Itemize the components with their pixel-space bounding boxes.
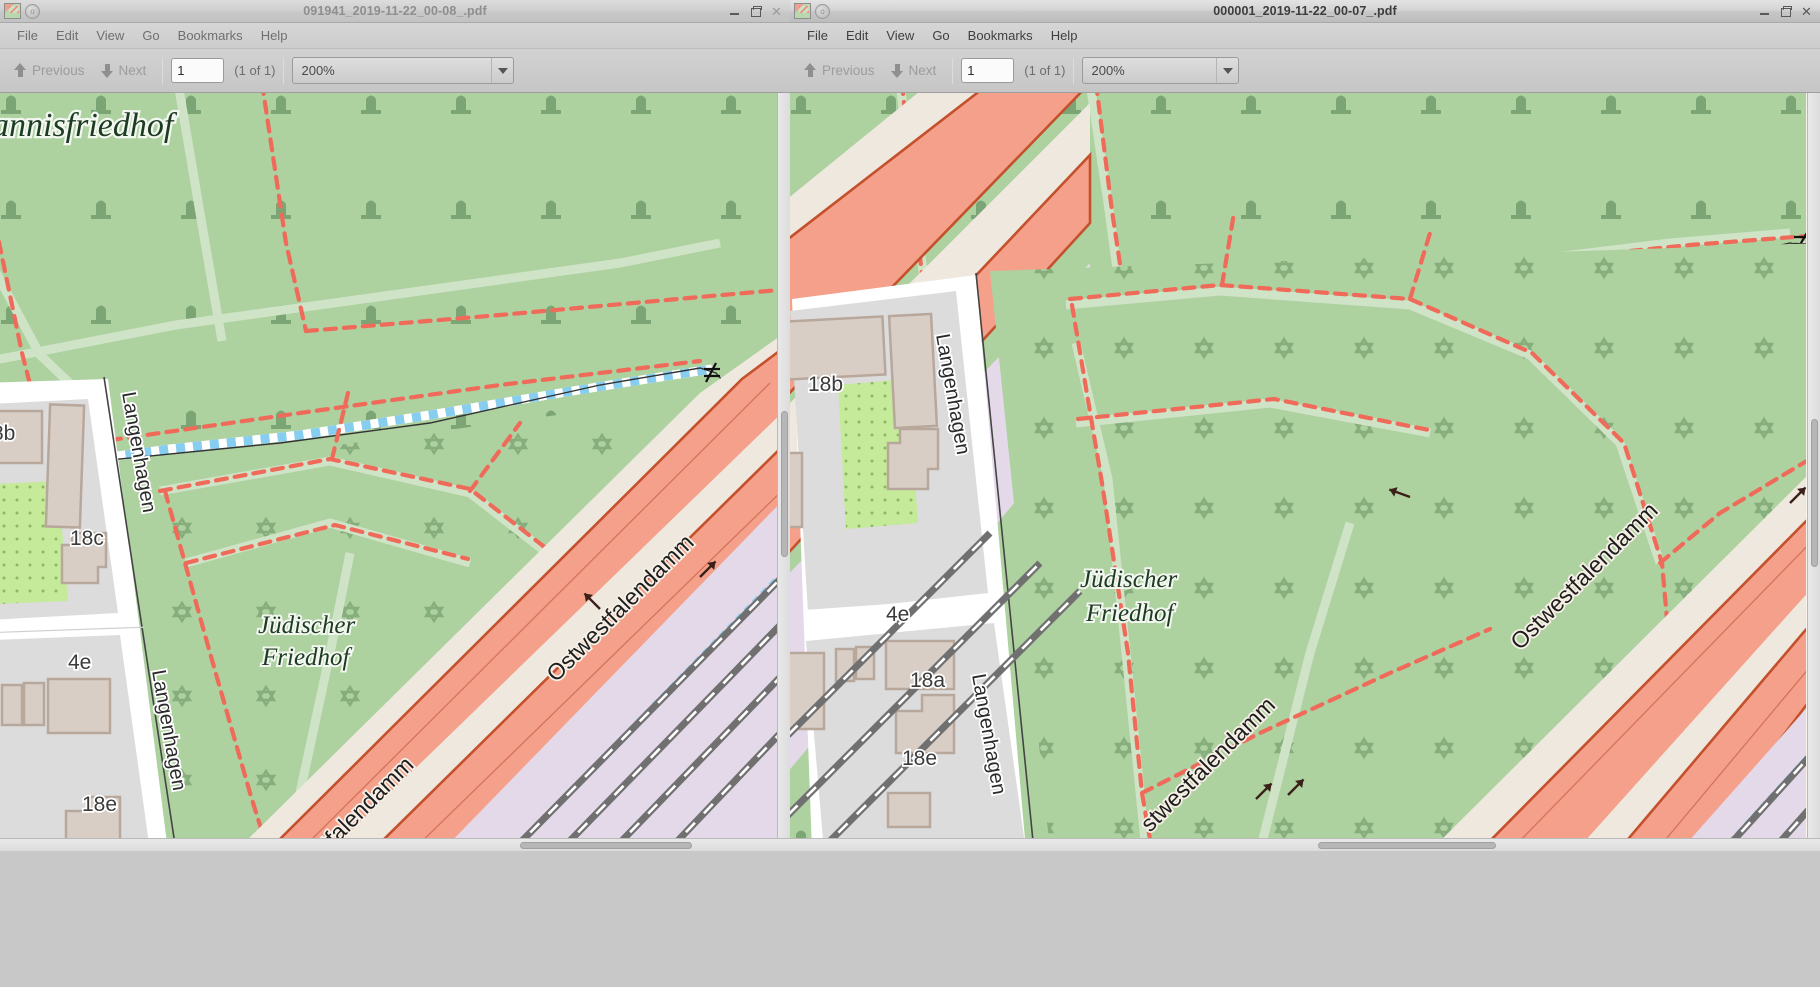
close-button-right[interactable]: ✕: [1800, 5, 1813, 18]
map-thumbnail-icon: [794, 3, 811, 19]
horizontal-scrollbar-thumb[interactable]: [1318, 842, 1496, 849]
zoom-select[interactable]: 200%: [1082, 57, 1240, 84]
menu-file[interactable]: File: [8, 25, 47, 46]
next-page-button[interactable]: Next: [883, 59, 945, 82]
vertical-scrollbar-thumb[interactable]: [1811, 419, 1818, 567]
house-number-18b: 18b: [808, 373, 843, 396]
menu-edit[interactable]: Edit: [837, 25, 877, 46]
previous-label: Previous: [32, 63, 85, 78]
previous-label: Previous: [822, 63, 875, 78]
map-canvas-right: Jüdischer Friedhof Langenhagen Langenhag…: [790, 93, 1806, 838]
maximize-button-right[interactable]: [1779, 5, 1792, 18]
next-page-button[interactable]: Next: [93, 59, 155, 82]
arrow-up-icon: [14, 63, 27, 78]
zoom-select[interactable]: 200%: [292, 57, 515, 84]
horizontal-scrollbar-left[interactable]: [0, 838, 790, 851]
map-canvas-left: annisfriedhof Jüdischer Friedhof Langenh…: [0, 93, 777, 838]
desktop: o 091941_2019-11-22_00-08_.pdf ✕ File Ed…: [0, 0, 1820, 987]
vertical-scrollbar-thumb[interactable]: [781, 411, 788, 557]
menu-file[interactable]: File: [798, 25, 837, 46]
next-label: Next: [908, 63, 937, 78]
menu-bookmarks[interactable]: Bookmarks: [169, 25, 252, 46]
house-number-4e: 4e: [886, 603, 909, 626]
close-icon: ✕: [771, 3, 782, 19]
toolbar-separator: [162, 57, 164, 84]
toolbar-left: Previous Next (1 of 1) 200%: [0, 49, 790, 93]
menu-go[interactable]: Go: [133, 25, 168, 46]
page-count-label: (1 of 1): [234, 63, 276, 78]
zoom-value: 200%: [1091, 63, 1125, 78]
pdf-viewport-left[interactable]: annisfriedhof Jüdischer Friedhof Langenh…: [0, 93, 790, 851]
menubar-right: File Edit View Go Bookmarks Help: [790, 23, 1820, 49]
window-menu-icon[interactable]: o: [815, 3, 830, 19]
menu-help[interactable]: Help: [1042, 25, 1087, 46]
map-label-johannisfriedhof: annisfriedhof: [0, 107, 178, 144]
titlebar-left[interactable]: o 091941_2019-11-22_00-08_.pdf ✕: [0, 0, 790, 23]
minimize-button-right[interactable]: [1758, 5, 1771, 18]
arrow-up-icon: [804, 63, 817, 78]
close-button-left[interactable]: ✕: [770, 5, 783, 18]
chevron-down-icon: [491, 58, 513, 83]
house-number-8b: 8b: [0, 422, 15, 445]
toolbar-separator: [952, 57, 954, 84]
window-controls-right: ✕: [1758, 5, 1820, 18]
vertical-scrollbar-right[interactable]: [1807, 93, 1820, 851]
window-menu-icon[interactable]: o: [25, 3, 40, 19]
previous-page-button[interactable]: Previous: [6, 59, 93, 82]
pdf-viewport-right[interactable]: Jüdischer Friedhof Langenhagen Langenhag…: [790, 93, 1820, 851]
map-thumbnail-icon: [4, 3, 21, 19]
window-controls-left: ✕: [728, 5, 790, 18]
page-count-label: (1 of 1): [1024, 63, 1066, 78]
toolbar-separator: [1073, 57, 1075, 84]
previous-page-button[interactable]: Previous: [796, 59, 883, 82]
next-label: Next: [118, 63, 147, 78]
close-icon: ✕: [1801, 3, 1812, 19]
menu-view[interactable]: View: [877, 25, 923, 46]
titlebar-right[interactable]: o 000001_2019-11-22_00-07_.pdf ✕: [790, 0, 1820, 23]
menu-bookmarks[interactable]: Bookmarks: [959, 25, 1042, 46]
vertical-scrollbar-left[interactable]: [777, 93, 790, 851]
map-label-friedhof: Friedhof: [1085, 600, 1177, 627]
house-number-18a: 18a: [910, 669, 945, 692]
map-label-juedischer: Jüdischer: [1080, 566, 1177, 593]
menu-view[interactable]: View: [87, 25, 133, 46]
house-number-4e: 4e: [68, 651, 91, 674]
menubar-left: File Edit View Go Bookmarks Help: [0, 23, 790, 49]
house-number-18e: 18e: [902, 747, 937, 770]
chevron-down-icon: [1216, 58, 1238, 83]
toolbar-right: Previous Next (1 of 1) 200%: [790, 49, 1820, 93]
window-left-pdf-viewer[interactable]: o 091941_2019-11-22_00-08_.pdf ✕ File Ed…: [0, 0, 790, 851]
map-label-juedischer: Jüdischer: [258, 612, 355, 639]
desktop-background-strip: [0, 851, 1820, 987]
minimize-button-left[interactable]: [728, 5, 741, 18]
menu-help[interactable]: Help: [252, 25, 297, 46]
page-number-input[interactable]: [171, 58, 225, 83]
arrow-down-icon: [100, 63, 114, 78]
house-number-18c: 18c: [70, 527, 104, 550]
zoom-value: 200%: [301, 63, 335, 78]
page-number-input[interactable]: [961, 58, 1015, 83]
arrow-down-icon: [890, 63, 904, 78]
horizontal-scrollbar-right[interactable]: [790, 838, 1820, 851]
window-title-left: 091941_2019-11-22_00-08_.pdf: [303, 4, 487, 18]
menu-go[interactable]: Go: [923, 25, 958, 46]
window-title-right: 000001_2019-11-22_00-07_.pdf: [1213, 4, 1397, 18]
maximize-button-left[interactable]: [749, 5, 762, 18]
house-number-18e: 18e: [82, 793, 117, 816]
map-label-friedhof: Friedhof: [261, 644, 353, 671]
menu-edit[interactable]: Edit: [47, 25, 87, 46]
horizontal-scrollbar-thumb[interactable]: [520, 842, 692, 849]
toolbar-separator: [283, 57, 285, 84]
window-right-pdf-viewer[interactable]: o 000001_2019-11-22_00-07_.pdf ✕ File Ed…: [790, 0, 1820, 851]
